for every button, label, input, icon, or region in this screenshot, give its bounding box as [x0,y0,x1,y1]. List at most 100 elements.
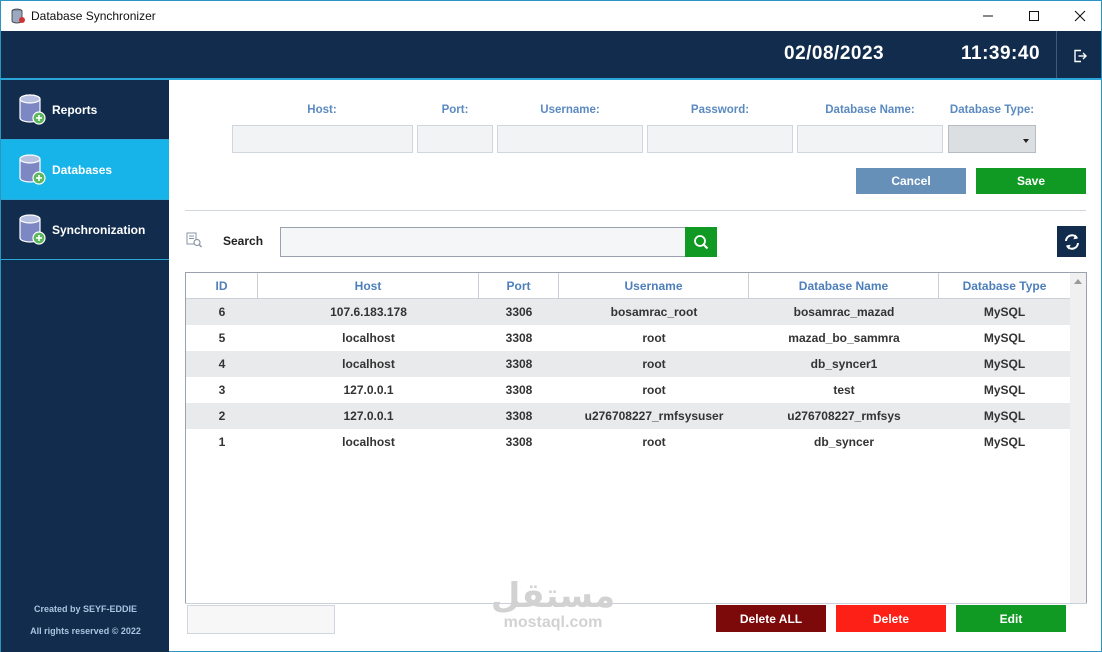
watermark: مستقل mostaql.com [483,578,623,632]
scroll-up-icon[interactable] [1074,279,1082,284]
password-input[interactable] [647,125,793,153]
database-name-input[interactable] [797,125,943,153]
cell-database-name: mazad_bo_sammra [788,331,900,345]
cell-host: localhost [342,435,395,449]
main-content: Host: Port: Username: Password: Database… [169,80,1102,652]
sidebar-item-reports[interactable]: Reports [1,80,170,140]
database-icon [18,154,46,191]
save-button[interactable]: Save [976,168,1086,194]
database-icon [18,94,46,131]
app-database-icon [11,8,25,24]
sidebar-item-label: Reports [52,103,98,117]
cell-username: root [642,383,666,397]
chevron-down-icon [1023,139,1029,143]
table-row[interactable]: 3 127.0.0.1 3308 root test MySQL [186,377,1070,403]
database-type-label: Database Type: [949,104,1035,116]
database-name-label: Database Name: [825,104,915,116]
sidebar-item-synchronization[interactable]: Synchronization [1,200,170,260]
section-divider [185,210,1086,211]
cell-database-type: MySQL [983,305,1026,319]
column-header-username[interactable]: Username [559,273,749,299]
cell-port: 3308 [505,357,533,371]
table-row[interactable]: 1 localhost 3308 root db_syncer MySQL [186,429,1070,455]
cell-id: 3 [218,383,226,397]
column-header-port[interactable]: Port [479,273,559,299]
watermark-arabic: مستقل [490,576,616,616]
minimize-button[interactable] [965,1,1011,31]
delete-all-button[interactable]: Delete ALL [716,605,826,632]
column-header-id[interactable]: ID [186,273,258,299]
maximize-button[interactable] [1011,1,1057,31]
table-scrollbar[interactable] [1070,273,1086,635]
cell-port: 3308 [505,331,533,345]
exit-icon [1073,49,1087,62]
cell-database-type: MySQL [983,435,1026,449]
table-header: ID Host Port Username Database Name Data… [186,273,1070,299]
username-input[interactable] [497,125,643,153]
search-input[interactable] [280,227,686,257]
credit-copyright: All rights reserved © 2022 [30,626,141,636]
cell-database-type: MySQL [983,357,1026,371]
cell-id: 5 [218,331,226,345]
edit-button[interactable]: Edit [956,605,1066,632]
search-icon [694,235,709,250]
cell-port: 3308 [505,383,533,397]
header-time: 11:39:40 [961,43,1041,64]
port-input[interactable] [417,125,493,153]
cell-database-name: db_syncer [813,435,875,449]
cell-id: 1 [218,435,226,449]
cell-database-type: MySQL [983,331,1026,345]
close-button[interactable] [1057,1,1102,31]
cell-host: 107.6.183.178 [330,305,407,319]
port-label: Port: [441,104,469,116]
window-title: Database Synchronizer [31,9,156,23]
databases-table[interactable]: ID Host Port Username Database Name Data… [185,272,1087,636]
username-label: Username: [540,104,600,116]
table-footer [185,603,1087,636]
refresh-icon [1064,233,1079,250]
column-header-host[interactable]: Host [258,273,479,299]
search-document-icon [186,232,202,253]
cell-host: 127.0.0.1 [343,383,394,397]
window-titlebar: Database Synchronizer [0,0,1102,31]
logout-button[interactable] [1056,31,1102,80]
cell-id: 6 [218,305,226,319]
refresh-button[interactable] [1057,226,1086,257]
host-label: Host: [307,104,337,116]
cell-host: localhost [342,331,395,345]
cell-host: localhost [342,357,395,371]
record-info-box [187,605,335,634]
cell-username: root [642,357,666,371]
cell-id: 2 [218,409,226,423]
table-row[interactable]: 4 localhost 3308 root db_syncer1 MySQL [186,351,1070,377]
cell-database-type: MySQL [983,383,1026,397]
cell-host: 127.0.0.1 [343,409,394,423]
cell-id: 4 [218,357,226,371]
column-header-database-type[interactable]: Database Type [939,273,1070,299]
table-row[interactable]: 2 127.0.0.1 3308 u276708227_rmfsysuser u2767… [186,403,1070,429]
host-input[interactable] [232,125,413,153]
sidebar-item-label: Databases [52,163,113,177]
cell-username: root [642,331,666,345]
header-date: 02/08/2023 [784,43,885,64]
cancel-button[interactable]: Cancel [856,168,966,194]
column-header-database-name[interactable]: Database Name [749,273,939,299]
search-button[interactable] [685,227,717,257]
cell-database-name: bosamrac_mazad [793,305,895,319]
delete-button[interactable]: Delete [836,605,946,632]
cell-port: 3306 [505,305,533,319]
cell-port: 3308 [505,435,533,449]
sidebar: Reports Databases Synchronization Create… [0,80,170,652]
database-type-select[interactable] [948,125,1036,153]
cell-database-name: test [833,383,855,397]
cell-database-name: db_syncer1 [810,357,878,371]
table-row[interactable]: 5 localhost 3308 root mazad_bo_sammra MySQL [186,325,1070,351]
sidebar-item-label: Synchronization [52,223,146,237]
sidebar-item-databases[interactable]: Databases [1,140,170,200]
cell-port: 3308 [505,409,533,423]
cell-username: u276708227_rmfsysuser [584,409,724,423]
table-row[interactable]: 6 107.6.183.178 3306 bosamrac_root bosamrac_… [186,299,1070,325]
cell-username: bosamrac_root [610,305,698,319]
credit-author: Created by SEYF-EDDIE [33,604,138,614]
cell-database-name: u276708227_rmfsys [787,409,901,423]
